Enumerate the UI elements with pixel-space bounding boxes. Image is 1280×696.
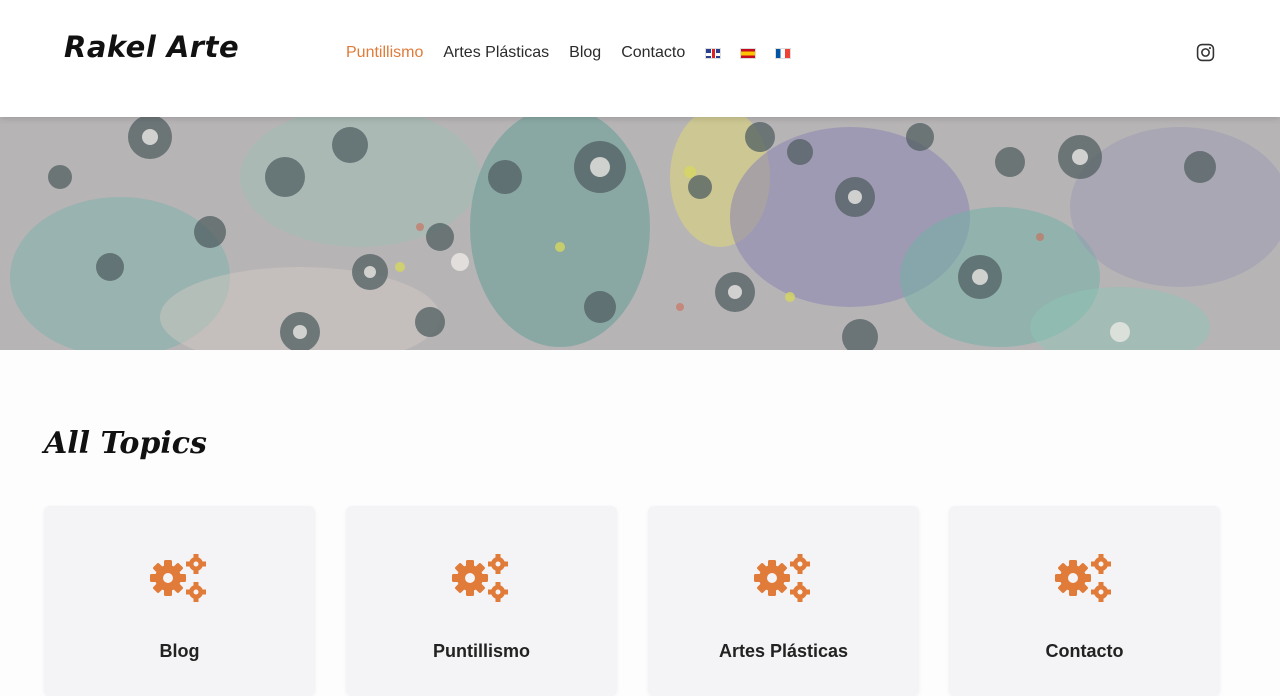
nav-item-contacto[interactable]: Contacto (621, 44, 685, 62)
flag-fr-icon[interactable] (775, 47, 792, 59)
topic-card-label: Puntillismo (432, 641, 530, 661)
topic-card-blog[interactable]: Blog (44, 506, 315, 696)
nav-item-puntillismo[interactable]: Puntillismo (346, 44, 423, 62)
gears-icon (451, 554, 508, 602)
main-nav: Puntillismo Artes Plásticas Blog Contact… (346, 44, 810, 62)
nav-item-blog[interactable]: Blog (569, 44, 601, 62)
section-title: All Topics (44, 426, 207, 461)
flag-es-icon[interactable] (740, 47, 757, 59)
gears-icon (1054, 554, 1111, 602)
topic-card-contacto[interactable]: Contacto (949, 506, 1220, 696)
gears-icon (149, 554, 206, 602)
topic-card-puntillismo[interactable]: Puntillismo (346, 506, 617, 696)
gears-icon (753, 554, 810, 602)
topic-card-label: Contacto (1045, 641, 1124, 661)
nav-item-artes-plasticas[interactable]: Artes Plásticas (443, 44, 549, 62)
site-logo[interactable]: Rakel Arte (64, 30, 239, 64)
site-header: Rakel Arte Puntillismo Artes Plásticas B… (0, 0, 1280, 117)
hero-banner-image (0, 117, 1280, 350)
topic-card-label: Artes Plásticas (718, 641, 849, 661)
instagram-icon[interactable] (1196, 43, 1215, 62)
flag-uk-icon[interactable] (705, 47, 722, 59)
topic-card-artes-plasticas[interactable]: Artes Plásticas (648, 506, 919, 696)
topic-card-label: Blog (159, 641, 200, 661)
topics-grid: Blog Puntillismo Artes Plásticas Contact… (44, 506, 1220, 696)
